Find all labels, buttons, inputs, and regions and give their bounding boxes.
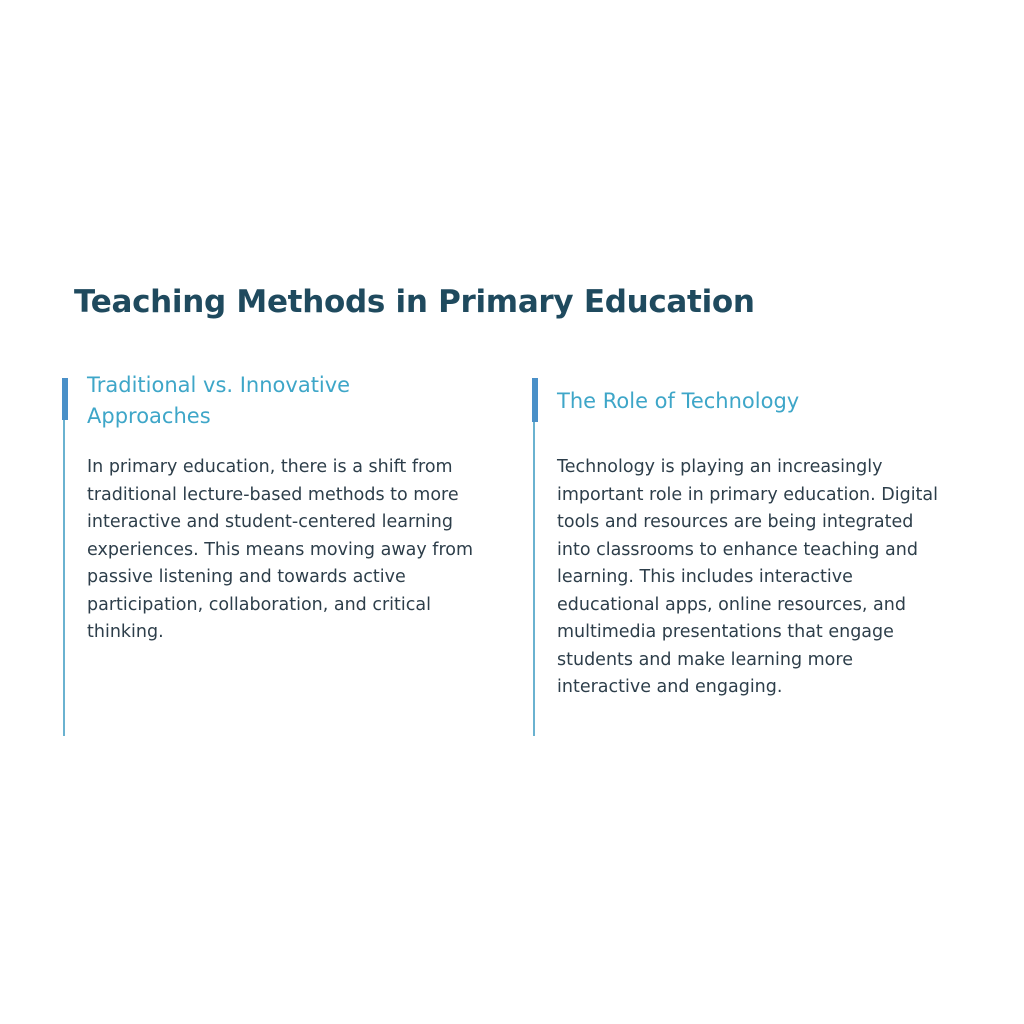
section-body-text: Technology is playing an increasingly im… xyxy=(557,457,939,697)
section-heading: Traditional vs. Innovative Approaches xyxy=(87,373,351,428)
section-heading: The Role of Technology xyxy=(557,389,800,413)
role-of-technology-section: The Role of Technology Technology is pla… xyxy=(532,378,965,736)
section-accent-bar xyxy=(532,378,538,422)
page-title: Teaching Methods in Primary Education xyxy=(74,284,755,320)
section-body-text: In primary education, there is a shift f… xyxy=(87,457,474,642)
traditional-vs-innovative-section: Traditional vs. Innovative Approaches In… xyxy=(62,373,495,736)
section-accent-bar xyxy=(62,378,68,420)
